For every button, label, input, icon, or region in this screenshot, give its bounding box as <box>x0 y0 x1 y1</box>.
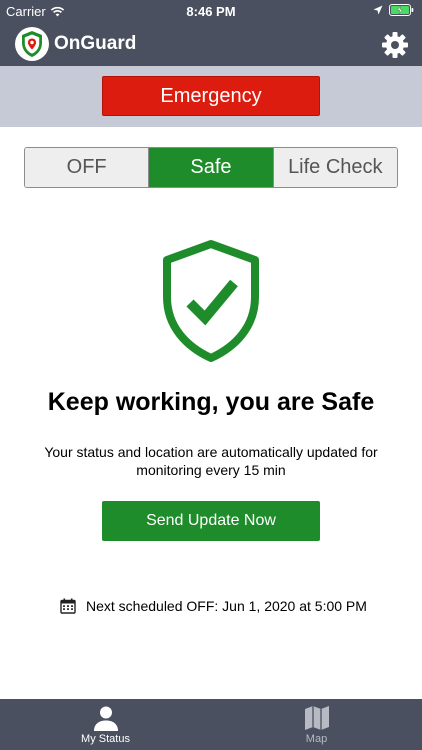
mode-safe-segment[interactable]: Safe <box>148 148 273 187</box>
onguard-shield-logo <box>15 27 49 61</box>
clock: 8:46 PM <box>186 4 236 19</box>
nav-bar: OnGuard <box>0 24 422 66</box>
tab-bar: My Status Map <box>0 699 422 750</box>
settings-button[interactable] <box>378 28 412 62</box>
tab-map-label: Map <box>305 733 328 745</box>
schedule-text: Next scheduled OFF: Jun 1, 2020 at 5:00 … <box>86 598 367 614</box>
shield-check-icon <box>163 240 259 362</box>
schedule-info: Next scheduled OFF: Jun 1, 2020 at 5:00 … <box>60 598 367 614</box>
emergency-button[interactable]: Emergency <box>102 76 320 116</box>
status-bar: Carrier 8:46 PM <box>0 0 422 24</box>
status-headline: Keep working, you are Safe <box>47 388 375 416</box>
tab-my-status-label: My Status <box>81 733 130 745</box>
tab-my-status[interactable]: My Status <box>0 699 211 750</box>
emergency-strip: Emergency <box>0 66 422 127</box>
send-update-button[interactable]: Send Update Now <box>102 501 320 541</box>
map-icon <box>304 706 329 730</box>
mode-selector: OFF Safe Life Check <box>24 147 398 188</box>
gear-icon <box>382 32 408 58</box>
status-description: Your status and location are automatical… <box>44 444 378 478</box>
tab-map[interactable]: Map <box>211 699 422 750</box>
calendar-icon <box>60 598 76 614</box>
status-icons <box>373 4 414 16</box>
app-title: OnGuard <box>54 33 137 54</box>
mode-off-segment[interactable]: OFF <box>25 148 149 187</box>
battery-charging-icon <box>389 4 414 16</box>
person-icon <box>93 706 118 731</box>
location-arrow-icon <box>373 5 383 15</box>
mode-life-check-segment[interactable]: Life Check <box>272 148 397 187</box>
